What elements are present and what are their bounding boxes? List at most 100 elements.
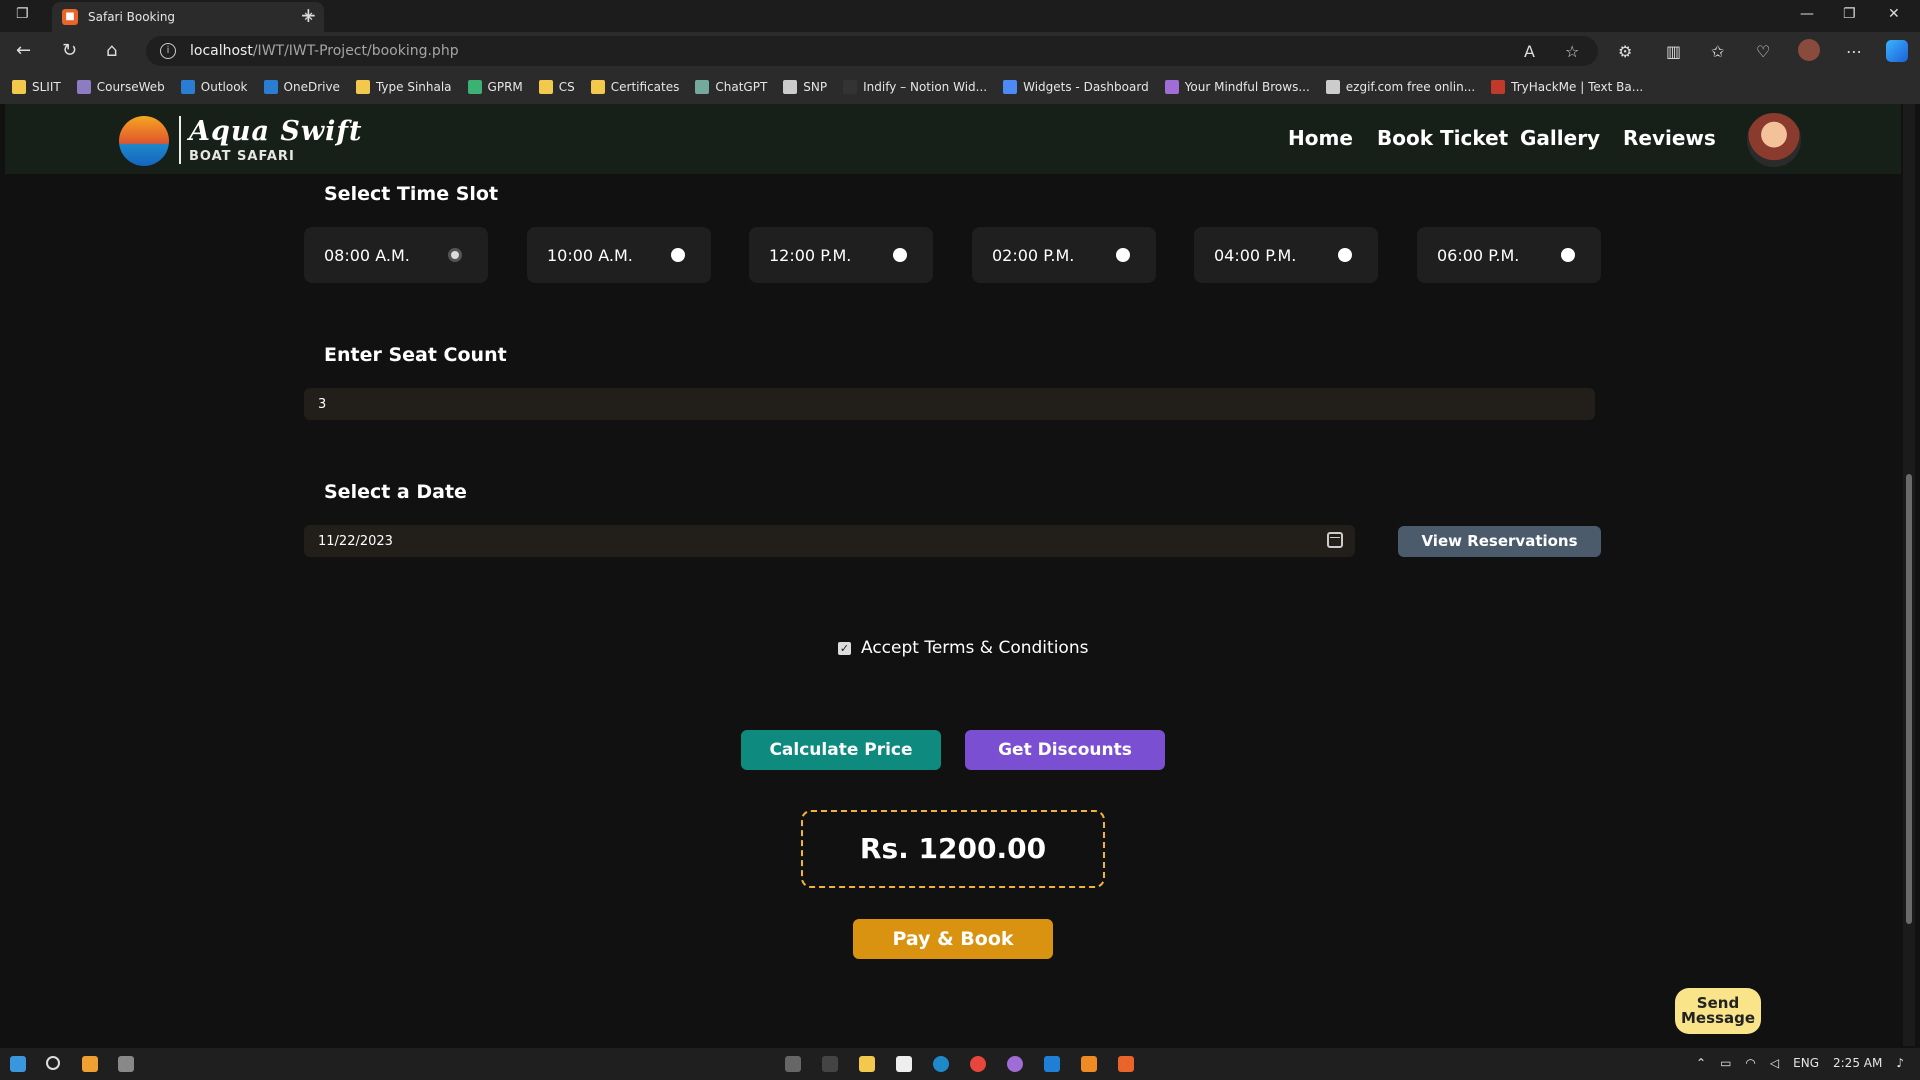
terminal-icon[interactable] bbox=[822, 1056, 838, 1072]
notion-icon[interactable] bbox=[896, 1056, 912, 1072]
wifi-icon[interactable]: ◠ bbox=[1745, 1056, 1755, 1070]
widgets-icon[interactable] bbox=[82, 1056, 98, 1072]
read-aloud-icon[interactable]: A bbox=[1524, 42, 1535, 61]
terms-checkbox-row[interactable]: ✓ Accept Terms & Conditions bbox=[838, 638, 1088, 658]
chrome-icon[interactable] bbox=[970, 1056, 986, 1072]
bookmark-item[interactable]: ezgif.com free onlin... bbox=[1325, 80, 1476, 94]
date-value: 11/22/2023 bbox=[318, 533, 393, 549]
site-info-icon[interactable]: i bbox=[160, 43, 176, 59]
time-slot-option[interactable]: 08:00 A.M. bbox=[304, 227, 488, 283]
time-slot-radio[interactable] bbox=[1116, 248, 1130, 262]
notifications-icon[interactable]: ♪ bbox=[1896, 1056, 1904, 1070]
nav-book-ticket[interactable]: Book Ticket bbox=[1377, 126, 1508, 150]
vscode-icon[interactable] bbox=[1044, 1056, 1060, 1072]
bookmark-item[interactable]: CS bbox=[538, 80, 575, 94]
task-view-icon[interactable] bbox=[118, 1056, 134, 1072]
bookmark-item[interactable]: OneDrive bbox=[263, 80, 340, 94]
new-tab-button[interactable]: + bbox=[300, 3, 317, 27]
date-input[interactable]: 11/22/2023 bbox=[304, 525, 1355, 557]
favorites-icon[interactable]: ✩ bbox=[1711, 42, 1724, 61]
bookmarks-bar: SLIIT CourseWeb Outlook OneDrive Type Sinhal… bbox=[0, 70, 1920, 104]
time-slot-option[interactable]: 12:00 P.M. bbox=[749, 227, 933, 283]
time-slot-radio[interactable] bbox=[1338, 248, 1352, 262]
copilot-icon[interactable] bbox=[1886, 40, 1908, 62]
time-slot-radio[interactable] bbox=[1561, 248, 1575, 262]
terms-checkbox[interactable]: ✓ bbox=[838, 641, 851, 655]
volume-icon[interactable]: ◁ bbox=[1770, 1056, 1779, 1070]
send-message-button[interactable]: Send Message bbox=[1675, 988, 1761, 1034]
bookmark-item[interactable]: Your Mindful Brows... bbox=[1164, 80, 1310, 94]
site-header: Aqua Swift BOAT SAFARI Home Book Ticket … bbox=[5, 104, 1901, 174]
time-slot-label: 06:00 P.M. bbox=[1437, 245, 1520, 265]
edge-icon[interactable] bbox=[933, 1056, 949, 1072]
user-avatar[interactable] bbox=[1747, 113, 1801, 167]
time-slot-option[interactable]: 10:00 A.M. bbox=[527, 227, 711, 283]
battery-icon[interactable]: ▭ bbox=[1720, 1056, 1731, 1070]
bookmark-item[interactable]: TryHackMe | Text Ba... bbox=[1491, 80, 1643, 94]
time-slot-option[interactable]: 02:00 P.M. bbox=[972, 227, 1156, 283]
pay-and-book-button[interactable]: Pay & Book bbox=[853, 919, 1053, 959]
time-slot-radio[interactable] bbox=[448, 248, 462, 262]
favorite-star-icon[interactable]: ☆ bbox=[1565, 42, 1579, 61]
windows-start-icon[interactable] bbox=[10, 1056, 26, 1072]
xampp-icon[interactable] bbox=[1118, 1056, 1134, 1072]
time-slot-option[interactable]: 04:00 P.M. bbox=[1194, 227, 1378, 283]
vlc-icon[interactable] bbox=[1081, 1056, 1097, 1072]
bookmark-item[interactable]: Widgets - Dashboard bbox=[1003, 80, 1149, 94]
nav-reviews[interactable]: Reviews bbox=[1623, 126, 1716, 150]
more-menu-icon[interactable]: ⋯ bbox=[1846, 42, 1862, 61]
bookmark-label: Widgets - Dashboard bbox=[1023, 80, 1149, 94]
home-icon[interactable]: ⌂ bbox=[106, 40, 117, 61]
refresh-icon[interactable]: ↻ bbox=[62, 40, 77, 61]
minimize-icon[interactable]: — bbox=[1800, 6, 1814, 22]
bookmark-label: ezgif.com free onlin... bbox=[1345, 80, 1476, 94]
back-icon[interactable]: ← bbox=[16, 40, 31, 61]
nav-home[interactable]: Home bbox=[1288, 126, 1353, 150]
language-indicator[interactable]: ENG bbox=[1793, 1056, 1819, 1070]
time-slot-label: 02:00 P.M. bbox=[992, 245, 1075, 265]
bookmark-item[interactable]: Type Sinhala bbox=[355, 80, 452, 94]
workspaces-icon[interactable]: ❐ bbox=[16, 6, 29, 22]
page-scrollbar[interactable] bbox=[1903, 104, 1915, 1046]
bookmark-favicon-icon bbox=[355, 80, 370, 94]
scrollbar-thumb[interactable] bbox=[1906, 474, 1912, 924]
bookmark-favicon-icon bbox=[695, 80, 710, 94]
profile-avatar-icon[interactable] bbox=[1798, 39, 1820, 61]
view-reservations-button[interactable]: View Reservations bbox=[1398, 526, 1601, 557]
bookmark-item[interactable]: SLIIT bbox=[12, 80, 61, 94]
tray-chevron-icon[interactable]: ⌃ bbox=[1696, 1056, 1706, 1070]
get-discounts-button[interactable]: Get Discounts bbox=[965, 730, 1165, 770]
bookmark-item[interactable]: GPRM bbox=[467, 80, 523, 94]
site-logo[interactable]: Aqua Swift BOAT SAFARI bbox=[113, 114, 362, 166]
nav-gallery[interactable]: Gallery bbox=[1520, 126, 1600, 150]
bookmark-item[interactable]: SNP bbox=[783, 80, 827, 94]
bookmark-item[interactable]: Outlook bbox=[180, 80, 248, 94]
clock[interactable]: 2:25 AM bbox=[1833, 1056, 1882, 1070]
search-icon[interactable] bbox=[46, 1056, 60, 1070]
bookmark-item[interactable]: Certificates bbox=[590, 80, 679, 94]
terms-label: Accept Terms & Conditions bbox=[861, 638, 1089, 658]
browser-essentials-icon[interactable]: ♡ bbox=[1756, 42, 1770, 61]
close-window-icon[interactable]: ✕ bbox=[1888, 6, 1900, 22]
file-explorer-icon[interactable] bbox=[859, 1056, 875, 1072]
bookmark-item[interactable]: ChatGPT bbox=[695, 80, 767, 94]
calculate-price-button[interactable]: Calculate Price bbox=[741, 730, 941, 770]
time-slot-radio[interactable] bbox=[671, 248, 685, 262]
github-icon[interactable] bbox=[1007, 1056, 1023, 1072]
time-slot-option[interactable]: 06:00 P.M. bbox=[1417, 227, 1601, 283]
bookmark-label: Type Sinhala bbox=[375, 80, 452, 94]
split-screen-icon[interactable]: ▥ bbox=[1666, 42, 1681, 61]
restore-icon[interactable]: ❐ bbox=[1843, 6, 1856, 22]
url-field[interactable]: i localhost /IWT/IWT-Project/booking.php bbox=[146, 36, 1598, 66]
bookmark-label: TryHackMe | Text Ba... bbox=[1511, 80, 1644, 94]
extensions-icon[interactable]: ⚙ bbox=[1618, 42, 1632, 61]
calculator-icon[interactable] bbox=[785, 1056, 801, 1072]
browser-tab[interactable]: ■ Safari Booking ✕ bbox=[52, 2, 324, 32]
calendar-icon[interactable] bbox=[1327, 532, 1343, 548]
bookmark-item[interactable]: CourseWeb bbox=[76, 80, 165, 94]
time-slot-radio[interactable] bbox=[893, 248, 907, 262]
bookmark-label: Outlook bbox=[200, 80, 248, 94]
bookmark-item[interactable]: Indify – Notion Wid... bbox=[843, 80, 987, 94]
seat-count-input[interactable]: 3 bbox=[304, 388, 1595, 420]
bookmark-favicon-icon bbox=[843, 80, 858, 94]
